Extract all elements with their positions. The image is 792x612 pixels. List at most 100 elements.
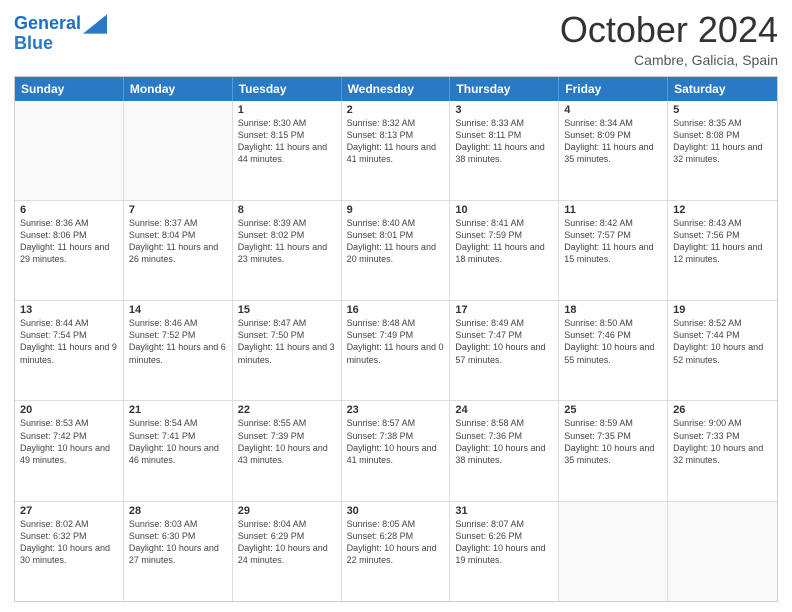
cell-text: Sunrise: 9:00 AM Sunset: 7:33 PM Dayligh… — [673, 417, 772, 466]
cell-text: Sunrise: 8:47 AM Sunset: 7:50 PM Dayligh… — [238, 317, 336, 366]
day-number: 18 — [564, 304, 662, 316]
day-header-saturday: Saturday — [668, 77, 777, 101]
cell-text: Sunrise: 8:41 AM Sunset: 7:59 PM Dayligh… — [455, 217, 553, 266]
logo-icon — [83, 14, 107, 34]
logo: General Blue — [14, 14, 107, 54]
logo-text: General — [14, 14, 81, 34]
calendar-cell: 24Sunrise: 8:58 AM Sunset: 7:36 PM Dayli… — [450, 401, 559, 500]
calendar-row-0: 1Sunrise: 8:30 AM Sunset: 8:15 PM Daylig… — [15, 101, 777, 201]
day-number: 17 — [455, 304, 553, 316]
day-number: 11 — [564, 204, 662, 216]
calendar-row-2: 13Sunrise: 8:44 AM Sunset: 7:54 PM Dayli… — [15, 301, 777, 401]
day-number: 4 — [564, 104, 662, 116]
day-number: 22 — [238, 404, 336, 416]
calendar-cell: 9Sunrise: 8:40 AM Sunset: 8:01 PM Daylig… — [342, 201, 451, 300]
calendar-cell: 13Sunrise: 8:44 AM Sunset: 7:54 PM Dayli… — [15, 301, 124, 400]
cell-text: Sunrise: 8:02 AM Sunset: 6:32 PM Dayligh… — [20, 518, 118, 567]
cell-text: Sunrise: 8:46 AM Sunset: 7:52 PM Dayligh… — [129, 317, 227, 366]
calendar-cell: 26Sunrise: 9:00 AM Sunset: 7:33 PM Dayli… — [668, 401, 777, 500]
cell-text: Sunrise: 8:52 AM Sunset: 7:44 PM Dayligh… — [673, 317, 772, 366]
cell-text: Sunrise: 8:03 AM Sunset: 6:30 PM Dayligh… — [129, 518, 227, 567]
cell-text: Sunrise: 8:49 AM Sunset: 7:47 PM Dayligh… — [455, 317, 553, 366]
day-number: 6 — [20, 204, 118, 216]
day-number: 12 — [673, 204, 772, 216]
day-number: 23 — [347, 404, 445, 416]
cell-text: Sunrise: 8:42 AM Sunset: 7:57 PM Dayligh… — [564, 217, 662, 266]
cell-text: Sunrise: 8:04 AM Sunset: 6:29 PM Dayligh… — [238, 518, 336, 567]
day-number: 9 — [347, 204, 445, 216]
day-header-wednesday: Wednesday — [342, 77, 451, 101]
calendar-cell: 16Sunrise: 8:48 AM Sunset: 7:49 PM Dayli… — [342, 301, 451, 400]
day-number: 13 — [20, 304, 118, 316]
day-number: 16 — [347, 304, 445, 316]
month-title: October 2024 — [560, 10, 778, 50]
calendar-row-4: 27Sunrise: 8:02 AM Sunset: 6:32 PM Dayli… — [15, 502, 777, 601]
calendar-cell: 31Sunrise: 8:07 AM Sunset: 6:26 PM Dayli… — [450, 502, 559, 601]
calendar-cell: 18Sunrise: 8:50 AM Sunset: 7:46 PM Dayli… — [559, 301, 668, 400]
day-header-monday: Monday — [124, 77, 233, 101]
calendar-cell: 22Sunrise: 8:55 AM Sunset: 7:39 PM Dayli… — [233, 401, 342, 500]
day-number: 1 — [238, 104, 336, 116]
page: General Blue October 2024 Cambre, Galici… — [0, 0, 792, 612]
day-number: 27 — [20, 505, 118, 517]
calendar-cell: 29Sunrise: 8:04 AM Sunset: 6:29 PM Dayli… — [233, 502, 342, 601]
day-number: 8 — [238, 204, 336, 216]
calendar-body: 1Sunrise: 8:30 AM Sunset: 8:15 PM Daylig… — [15, 101, 777, 601]
calendar-cell: 2Sunrise: 8:32 AM Sunset: 8:13 PM Daylig… — [342, 101, 451, 200]
calendar-cell: 5Sunrise: 8:35 AM Sunset: 8:08 PM Daylig… — [668, 101, 777, 200]
calendar-cell: 12Sunrise: 8:43 AM Sunset: 7:56 PM Dayli… — [668, 201, 777, 300]
cell-text: Sunrise: 8:30 AM Sunset: 8:15 PM Dayligh… — [238, 117, 336, 166]
day-header-thursday: Thursday — [450, 77, 559, 101]
calendar-cell: 25Sunrise: 8:59 AM Sunset: 7:35 PM Dayli… — [559, 401, 668, 500]
cell-text: Sunrise: 8:59 AM Sunset: 7:35 PM Dayligh… — [564, 417, 662, 466]
day-number: 5 — [673, 104, 772, 116]
calendar: SundayMondayTuesdayWednesdayThursdayFrid… — [14, 76, 778, 602]
calendar-cell — [559, 502, 668, 601]
calendar-row-3: 20Sunrise: 8:53 AM Sunset: 7:42 PM Dayli… — [15, 401, 777, 501]
day-number: 14 — [129, 304, 227, 316]
cell-text: Sunrise: 8:36 AM Sunset: 8:06 PM Dayligh… — [20, 217, 118, 266]
day-number: 3 — [455, 104, 553, 116]
calendar-cell: 11Sunrise: 8:42 AM Sunset: 7:57 PM Dayli… — [559, 201, 668, 300]
cell-text: Sunrise: 8:39 AM Sunset: 8:02 PM Dayligh… — [238, 217, 336, 266]
calendar-cell: 27Sunrise: 8:02 AM Sunset: 6:32 PM Dayli… — [15, 502, 124, 601]
calendar-cell: 6Sunrise: 8:36 AM Sunset: 8:06 PM Daylig… — [15, 201, 124, 300]
cell-text: Sunrise: 8:54 AM Sunset: 7:41 PM Dayligh… — [129, 417, 227, 466]
cell-text: Sunrise: 8:40 AM Sunset: 8:01 PM Dayligh… — [347, 217, 445, 266]
cell-text: Sunrise: 8:05 AM Sunset: 6:28 PM Dayligh… — [347, 518, 445, 567]
day-number: 21 — [129, 404, 227, 416]
calendar-cell: 1Sunrise: 8:30 AM Sunset: 8:15 PM Daylig… — [233, 101, 342, 200]
calendar-cell: 30Sunrise: 8:05 AM Sunset: 6:28 PM Dayli… — [342, 502, 451, 601]
calendar-cell: 4Sunrise: 8:34 AM Sunset: 8:09 PM Daylig… — [559, 101, 668, 200]
day-number: 20 — [20, 404, 118, 416]
calendar-cell: 10Sunrise: 8:41 AM Sunset: 7:59 PM Dayli… — [450, 201, 559, 300]
cell-text: Sunrise: 8:53 AM Sunset: 7:42 PM Dayligh… — [20, 417, 118, 466]
day-number: 15 — [238, 304, 336, 316]
calendar-cell: 3Sunrise: 8:33 AM Sunset: 8:11 PM Daylig… — [450, 101, 559, 200]
cell-text: Sunrise: 8:32 AM Sunset: 8:13 PM Dayligh… — [347, 117, 445, 166]
header: General Blue October 2024 Cambre, Galici… — [14, 10, 778, 68]
cell-text: Sunrise: 8:57 AM Sunset: 7:38 PM Dayligh… — [347, 417, 445, 466]
calendar-cell: 7Sunrise: 8:37 AM Sunset: 8:04 PM Daylig… — [124, 201, 233, 300]
title-block: October 2024 Cambre, Galicia, Spain — [560, 10, 778, 68]
day-number: 31 — [455, 505, 553, 517]
cell-text: Sunrise: 8:33 AM Sunset: 8:11 PM Dayligh… — [455, 117, 553, 166]
calendar-cell: 20Sunrise: 8:53 AM Sunset: 7:42 PM Dayli… — [15, 401, 124, 500]
day-number: 29 — [238, 505, 336, 517]
day-number: 28 — [129, 505, 227, 517]
day-number: 26 — [673, 404, 772, 416]
cell-text: Sunrise: 8:34 AM Sunset: 8:09 PM Dayligh… — [564, 117, 662, 166]
calendar-cell: 23Sunrise: 8:57 AM Sunset: 7:38 PM Dayli… — [342, 401, 451, 500]
calendar-row-1: 6Sunrise: 8:36 AM Sunset: 8:06 PM Daylig… — [15, 201, 777, 301]
day-number: 30 — [347, 505, 445, 517]
calendar-cell: 14Sunrise: 8:46 AM Sunset: 7:52 PM Dayli… — [124, 301, 233, 400]
calendar-cell — [124, 101, 233, 200]
cell-text: Sunrise: 8:35 AM Sunset: 8:08 PM Dayligh… — [673, 117, 772, 166]
day-header-friday: Friday — [559, 77, 668, 101]
day-header-tuesday: Tuesday — [233, 77, 342, 101]
cell-text: Sunrise: 8:07 AM Sunset: 6:26 PM Dayligh… — [455, 518, 553, 567]
cell-text: Sunrise: 8:37 AM Sunset: 8:04 PM Dayligh… — [129, 217, 227, 266]
calendar-cell: 15Sunrise: 8:47 AM Sunset: 7:50 PM Dayli… — [233, 301, 342, 400]
calendar-cell: 28Sunrise: 8:03 AM Sunset: 6:30 PM Dayli… — [124, 502, 233, 601]
cell-text: Sunrise: 8:44 AM Sunset: 7:54 PM Dayligh… — [20, 317, 118, 366]
